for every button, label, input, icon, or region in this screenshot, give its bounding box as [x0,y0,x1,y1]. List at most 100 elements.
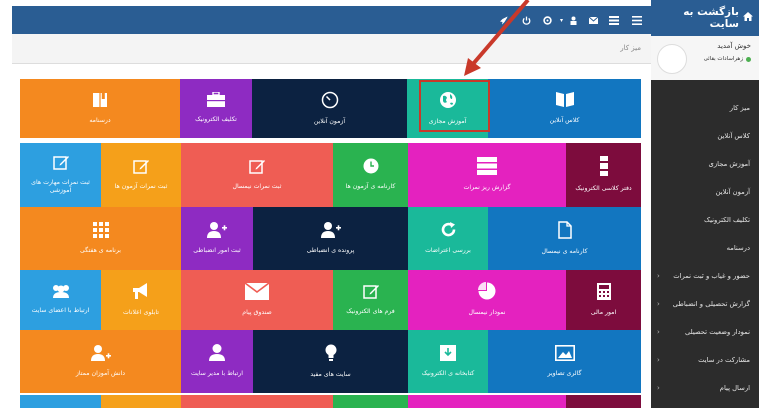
image-icon [554,344,575,365]
rocket-icon[interactable] [499,6,508,34]
welcome-text: خوش آمدید [717,42,751,50]
tile-partial[interactable] [566,395,641,408]
tile-partial[interactable] [333,395,408,408]
tile-weekly-schedule[interactable]: برنامه ی هفتگی [20,207,181,270]
chevron-left-icon: ‹ [657,300,660,308]
tile-label: نمودار نیمسال [468,309,506,316]
sidebar-item[interactable]: مشارکت در سایت ‹ [651,346,759,374]
user-icon [209,344,225,365]
settings-icon[interactable] [543,6,552,34]
tile-label: ثبت نمرات آزمون ها [114,183,168,190]
tile-e-forms[interactable]: فرم های الکترونیک [333,270,408,330]
tile-announcements[interactable]: تابلوی اعلانات [101,270,181,330]
tile-exam-grades[interactable]: ثبت نمرات آزمون ها [101,143,181,207]
sidebar-item[interactable]: آموزش مجازی [651,150,759,178]
power-icon[interactable] [522,6,531,34]
file-icon [557,221,572,243]
tile-label: گزارش ریز نمرات [463,184,511,191]
tile-label: پرونده ی انضباطی [306,246,355,254]
chevron-left-icon: ‹ [657,384,660,392]
sidebar-item-label: میز کار [729,104,750,112]
sidebar-menu: میز کار کلاس آنلاین آموزش مجازی آزمون آنلای… [651,94,759,402]
user-icon[interactable] [569,6,578,34]
sidebar-item-label: ارسال پیام [719,384,750,392]
sidebar-item[interactable]: تکلیف الکترونیک [651,206,759,234]
back-to-site-label: بازگشت به سایت [683,6,739,30]
tile-semester-chart[interactable]: نمودار نیمسال [408,270,566,330]
tile-label: گالری تصاویر [547,369,582,377]
tile-semester-grades[interactable]: ثبت نمرات نیمسال [181,143,333,207]
sidebar-item-label: آموزش مجازی [708,160,750,168]
download-icon [440,344,456,365]
sidebar-item[interactable]: میز کار [651,94,759,122]
tile-record-discipline[interactable]: ثبت امور انضباطی [181,207,253,270]
sidebar-item[interactable]: ارسال پیام ‹ [651,374,759,402]
edit-icon [52,154,69,174]
tile-partial[interactable] [101,395,181,408]
add-user-icon [207,221,227,242]
sidebar-item[interactable]: حضور و غیاب و ثبت نمرات ‹ [651,262,759,290]
breadcrumb[interactable]: میز کار [620,44,641,52]
tile-top-students[interactable]: دانش آموزان ممتاز [20,330,181,393]
tile-partial[interactable] [408,395,566,408]
tile-label: کارنامه ی آزمون ها [345,183,396,190]
tile-skill-grades[interactable]: ثبت نمرات مهارت های آموزشی [20,143,101,207]
tile-online-class[interactable]: کلاس آنلاین [488,79,641,138]
sidebar-item[interactable]: درسنامه [651,234,759,262]
book-icon [92,92,108,112]
tile-image-gallery[interactable]: گالری تصاویر [488,330,641,393]
tile-label: تابلوی اعلانات [123,308,159,316]
tile-contact-members[interactable]: ارتباط با اعضای سایت [20,270,101,330]
grid-icon[interactable] [609,6,619,34]
timer-icon [321,91,339,113]
tile-semester-report-card[interactable]: کارنامه ی نیمسال [488,207,641,270]
tile-e-assignment[interactable]: تکلیف الکترونیک [180,79,252,138]
tile-label: فرم های الکترونیک [346,308,395,315]
tile-review-objections[interactable]: بررسی اعتراضات [408,207,488,270]
sidebar-item[interactable]: گزارش تحصیلی و انضباطی ‹ [651,290,759,318]
clock-icon [363,158,379,178]
briefcase-icon [207,91,225,111]
tile-label: بررسی اعتراضات [425,247,471,254]
tile-lesson-notes[interactable]: درسنامه [20,79,180,138]
chevron-down-icon[interactable]: ▾ [560,6,563,34]
tile-label: کلاس آنلاین [549,117,580,124]
tile-label: ارتباط با مدیر سایت [191,370,243,377]
menu-icon[interactable] [632,6,642,34]
megaphone-icon [131,282,151,304]
tile-label: کارنامه ی نیمسال [541,247,588,255]
back-to-site-link[interactable]: بازگشت به سایت [651,0,759,36]
tile-discipline-file[interactable]: پرونده ی انضباطی [253,207,408,270]
sidebar-item-label: تکلیف الکترونیک [704,216,750,224]
top-navbar: ▾ [12,6,651,34]
tile-label: ثبت نمرات نیمسال [232,183,282,190]
sidebar-item-label: حضور و غیاب و ثبت نمرات [673,272,750,280]
tile-e-library[interactable]: کتابخانه ی الکترونیک [408,330,488,393]
avatar[interactable] [657,44,687,74]
tile-exam-report-card[interactable]: کارنامه ی آزمون ها [333,143,408,207]
breadcrumb-bar: میز کار [12,34,651,64]
mail-icon[interactable] [589,6,598,34]
sidebar-spacer [651,80,759,94]
sidebar-item[interactable]: نمودار وضعیت تحصیلی ‹ [651,318,759,346]
dashboard-grid: درسنامه تکلیف الکترونیک آزمون آنلاین آمو… [12,64,651,408]
tile-contact-admin[interactable]: ارتباط با مدیر سایت [181,330,253,393]
tile-e-class-register[interactable]: دفتر کلاسی الکترونیک [566,143,641,207]
sidebar-item-label: گزارش تحصیلی و انضباطی [672,300,750,308]
online-status-icon [746,56,751,62]
tile-label: صندوق پیام [242,308,272,316]
tile-partial[interactable] [20,395,101,408]
tile-partial[interactable] [181,395,333,408]
envelope-icon [244,282,270,304]
calculator-icon [596,282,611,304]
tile-online-exam[interactable]: آزمون آنلاین [252,79,407,138]
sidebar-item[interactable]: آزمون آنلاین [651,178,759,206]
sidebar-item[interactable]: کلاس آنلاین [651,122,759,150]
tile-label: ثبت نمرات مهارت های آموزشی [31,178,90,195]
tile-useful-sites[interactable]: سایت های مفید [253,330,408,393]
tile-message-box[interactable]: صندوق پیام [181,270,333,330]
highlight-box [419,80,490,132]
tile-detailed-grades-report[interactable]: گزارش ریز نمرات [408,143,566,207]
tile-financial[interactable]: امور مالی [566,270,641,330]
edit-icon [133,158,149,178]
